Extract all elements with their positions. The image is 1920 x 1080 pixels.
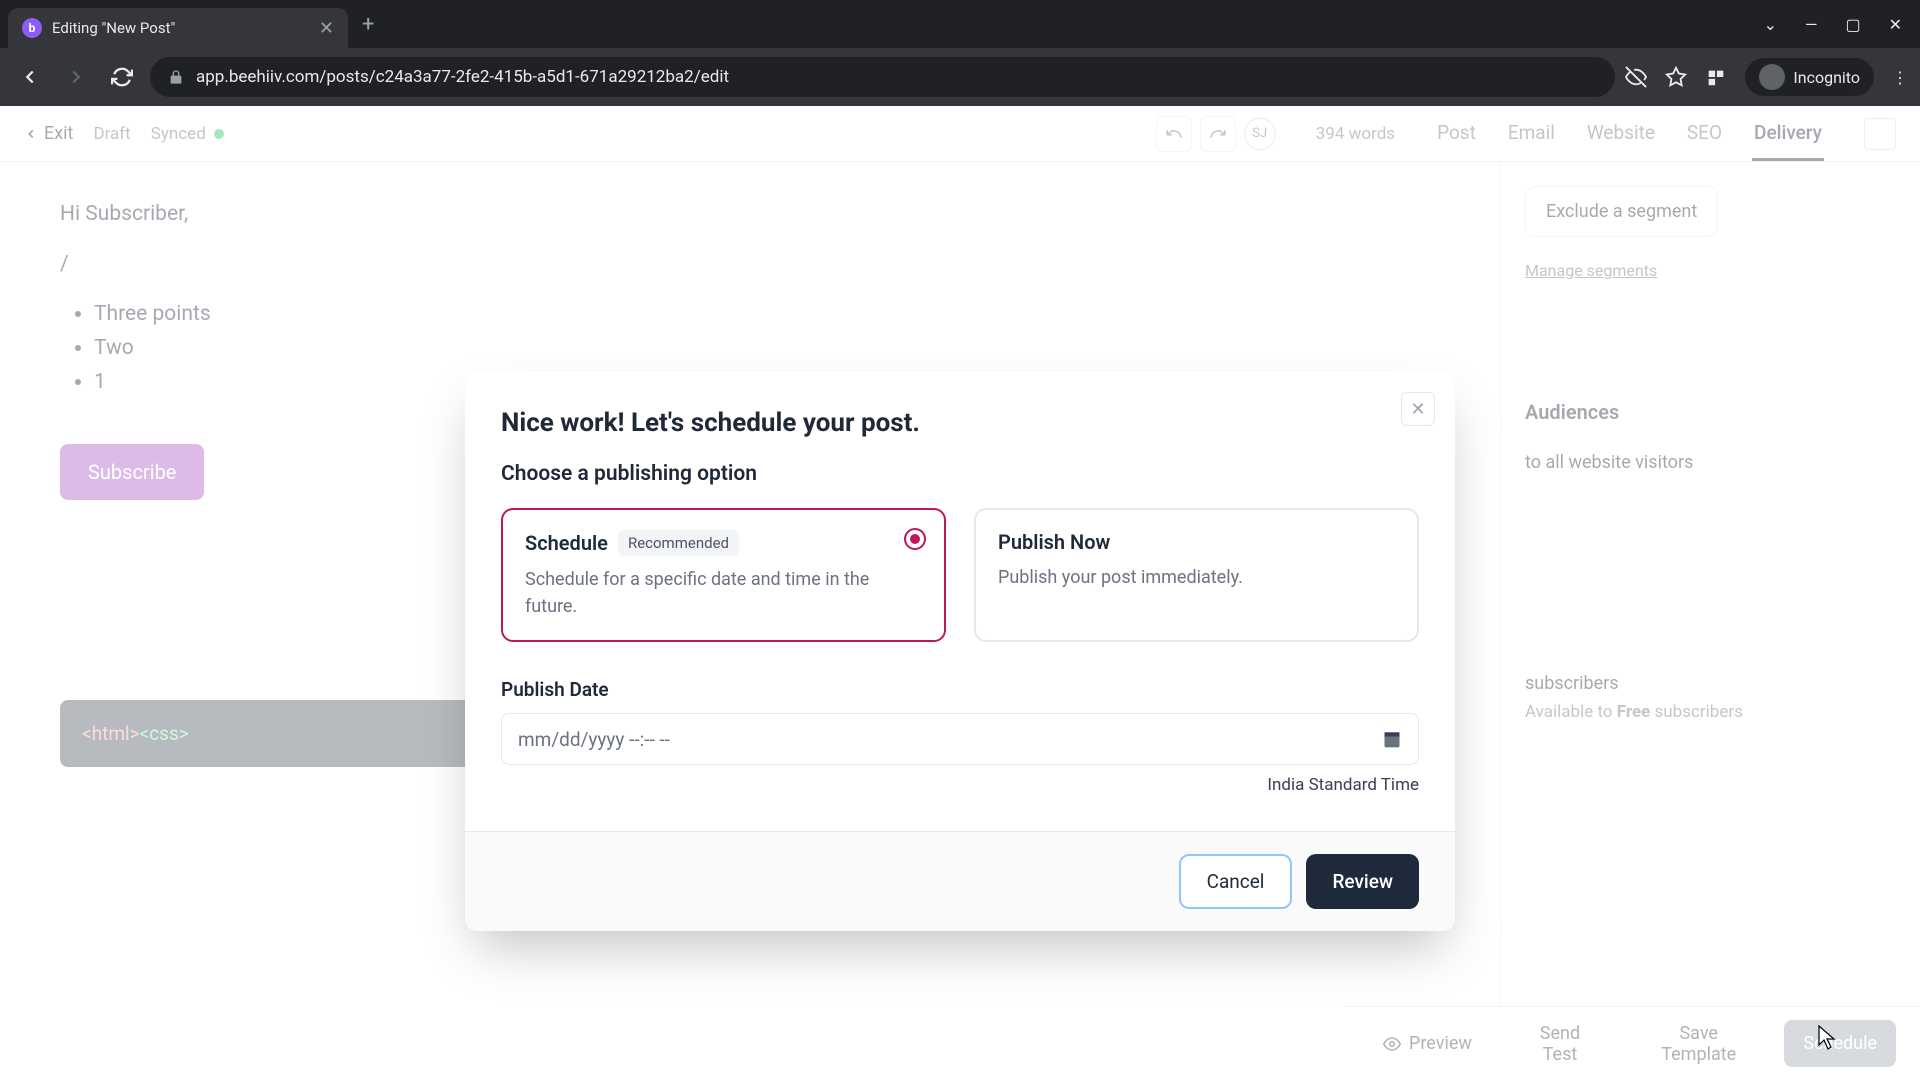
favicon: b: [22, 18, 42, 38]
incognito-badge[interactable]: Incognito: [1745, 58, 1874, 96]
window-controls: ⌄ ― ▢ ✕: [1764, 15, 1912, 34]
url-text: app.beehiiv.com/posts/c24a3a77-2fe2-415b…: [196, 67, 729, 87]
option-schedule-desc: Schedule for a specific date and time in…: [525, 566, 922, 620]
schedule-modal: ✕ Nice work! Let's schedule your post. C…: [465, 372, 1455, 931]
new-tab-button[interactable]: +: [362, 12, 374, 37]
app-page: Exit Draft Synced SJ 394 words Post Emai…: [0, 106, 1920, 1080]
url-field[interactable]: app.beehiiv.com/posts/c24a3a77-2fe2-415b…: [150, 57, 1615, 97]
browser-tab-strip: b Editing "New Post" ✕ + ⌄ ― ▢ ✕: [0, 0, 1920, 48]
tab-close-icon[interactable]: ✕: [319, 18, 334, 39]
tab-title: Editing "New Post": [52, 19, 309, 37]
recommended-badge: Recommended: [618, 530, 739, 556]
eye-off-icon[interactable]: [1625, 66, 1647, 88]
forward-button[interactable]: [58, 59, 94, 95]
option-schedule-title: Schedule: [525, 531, 608, 555]
modal-title: Nice work! Let's schedule your post.: [501, 408, 1419, 438]
back-button[interactable]: [12, 59, 48, 95]
close-window-icon[interactable]: ✕: [1889, 15, 1902, 34]
cancel-button[interactable]: Cancel: [1179, 854, 1293, 909]
check-circle-icon: [904, 528, 926, 550]
publish-date-input[interactable]: mm/dd/yyyy --:-- --: [501, 713, 1419, 765]
option-schedule[interactable]: Schedule Recommended Schedule for a spec…: [501, 508, 946, 642]
incognito-label: Incognito: [1793, 68, 1860, 87]
modal-close-button[interactable]: ✕: [1401, 392, 1435, 426]
option-publish-now[interactable]: Publish Now Publish your post immediatel…: [974, 508, 1419, 642]
chevron-down-icon[interactable]: ⌄: [1764, 15, 1777, 34]
publish-date-label: Publish Date: [501, 678, 1419, 701]
option-publish-title: Publish Now: [998, 530, 1110, 554]
modal-subtitle: Choose a publishing option: [501, 462, 1419, 486]
star-icon[interactable]: [1665, 66, 1687, 88]
date-placeholder: mm/dd/yyyy --:-- --: [518, 728, 670, 751]
calendar-icon: [1382, 729, 1402, 749]
option-publish-desc: Publish your post immediately.: [998, 564, 1395, 591]
minimize-icon[interactable]: ―: [1805, 15, 1818, 34]
timezone-label: India Standard Time: [501, 775, 1419, 795]
browser-tab[interactable]: b Editing "New Post" ✕: [8, 8, 348, 48]
kebab-menu-icon[interactable]: ⋮: [1892, 68, 1908, 87]
incognito-icon: [1759, 64, 1785, 90]
address-bar: app.beehiiv.com/posts/c24a3a77-2fe2-415b…: [0, 48, 1920, 106]
maximize-icon[interactable]: ▢: [1845, 15, 1860, 34]
review-button[interactable]: Review: [1306, 854, 1419, 909]
extensions-icon[interactable]: [1705, 66, 1727, 88]
reload-button[interactable]: [104, 59, 140, 95]
cursor-icon: [1818, 1025, 1836, 1051]
lock-icon: [168, 69, 184, 85]
